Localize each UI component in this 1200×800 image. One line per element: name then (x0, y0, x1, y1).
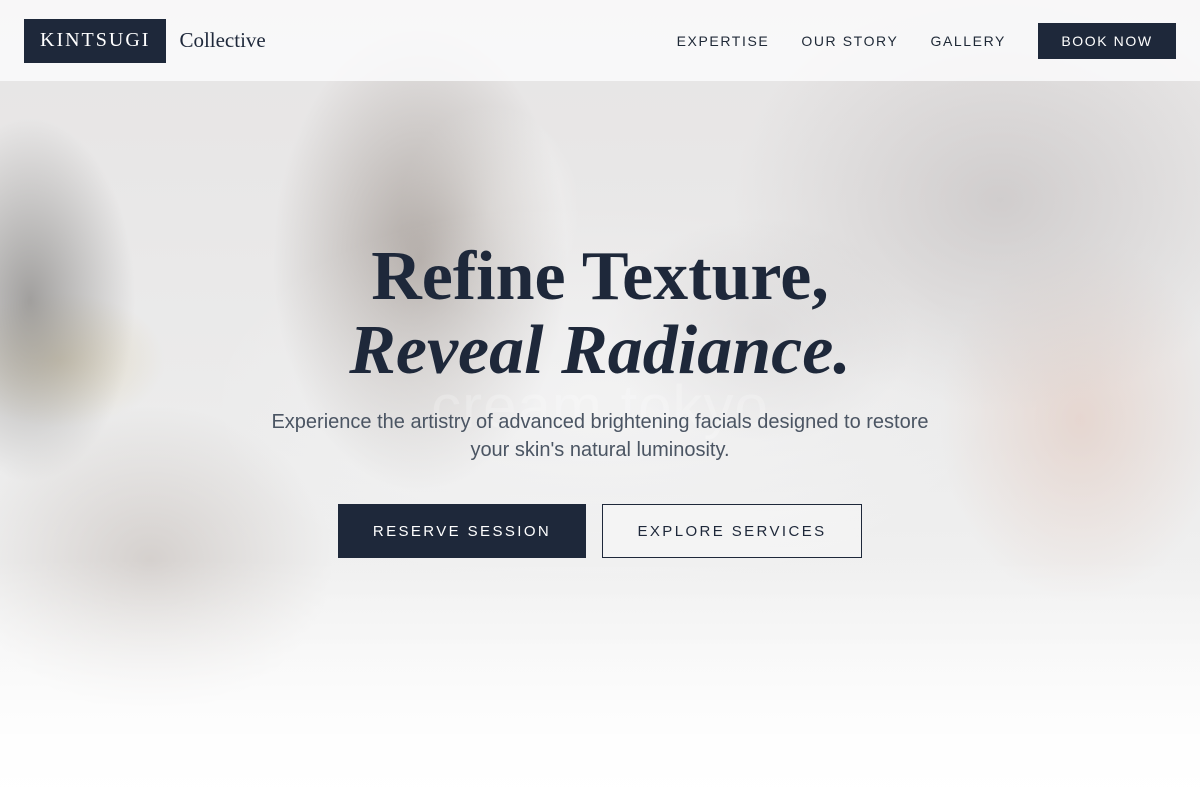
nav-link-expertise[interactable]: EXPERTISE (677, 33, 770, 49)
brand-subtitle: Collective (179, 28, 266, 52)
book-now-button[interactable]: BOOK NOW (1038, 22, 1176, 59)
site-header: KINTSUGI Collective EXPERTISE OUR STORY … (0, 0, 1200, 81)
nav-link-gallery[interactable]: GALLERY (930, 33, 1006, 49)
main-nav: EXPERTISE OUR STORY GALLERY BOOK NOW (677, 22, 1176, 59)
nav-link-our-story[interactable]: OUR STORY (801, 33, 898, 49)
hero-subtext: Experience the artistry of advanced brig… (271, 411, 929, 461)
explore-services-button[interactable]: EXPLORE SERVICES (602, 504, 862, 558)
hero-section: Refine Texture, Reveal Radiance. Experie… (0, 238, 1200, 558)
headline-line-2: Reveal Radiance. (349, 312, 851, 389)
headline-line-1: Refine Texture, (371, 238, 829, 315)
cta-row: RESERVE SESSION EXPLORE SERVICES (0, 504, 1200, 558)
brand-name: KINTSUGI (24, 18, 167, 63)
reserve-session-button[interactable]: RESERVE SESSION (338, 504, 586, 558)
hero-bottom-fade (0, 560, 1200, 800)
brand-logo[interactable]: KINTSUGI Collective (24, 18, 266, 63)
hero-headline: Refine Texture, Reveal Radiance. (0, 238, 1200, 386)
